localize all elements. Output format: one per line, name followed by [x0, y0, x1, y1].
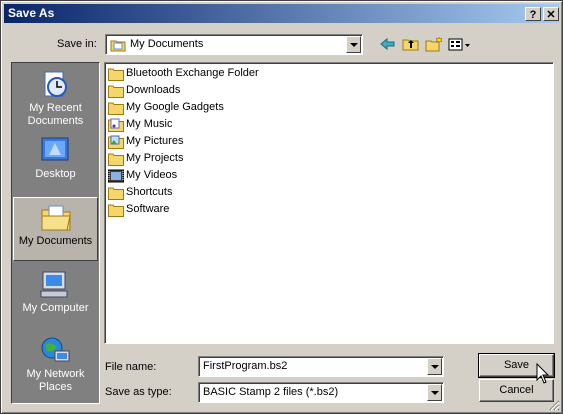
- file-name: My Google Gadgets: [126, 101, 224, 113]
- my-documents-icon: [41, 205, 71, 231]
- pictures-folder-icon: [108, 135, 124, 149]
- place-desktop[interactable]: Desktop: [13, 131, 98, 195]
- folder-icon: [108, 85, 124, 98]
- view-menu-icon[interactable]: [448, 36, 472, 52]
- file-name: My Projects: [126, 152, 184, 164]
- file-name-label: File name:: [105, 361, 157, 373]
- music-folder-icon: [108, 118, 124, 132]
- window-title: Save As: [8, 6, 55, 20]
- back-arrow-icon[interactable]: [379, 36, 397, 52]
- place-label: My Computer: [22, 302, 89, 314]
- my-documents-small-icon: [110, 40, 126, 52]
- file-name-combobox[interactable]: FirstProgram.bs2: [198, 356, 444, 377]
- file-name-input[interactable]: FirstProgram.bs2: [203, 360, 287, 372]
- help-button[interactable]: ?: [525, 7, 541, 21]
- videos-folder-icon: [108, 169, 124, 183]
- recent-documents-icon: [44, 71, 67, 97]
- save-in-dropdown-arrow[interactable]: [346, 36, 361, 53]
- desktop-icon: [41, 137, 69, 161]
- file-name: Shortcuts: [126, 186, 173, 198]
- file-name: Software: [126, 203, 170, 215]
- folder-icon: [108, 102, 124, 115]
- folder-icon: [108, 153, 124, 166]
- folder-icon: [108, 187, 124, 200]
- mouse-cursor-icon: [536, 363, 550, 384]
- file-name: Bluetooth Exchange Folder: [126, 67, 259, 79]
- resize-grip-icon[interactable]: [548, 399, 560, 411]
- network-places-icon: [41, 337, 70, 362]
- place-label: My Documents: [18, 235, 93, 247]
- place-label: Desktop: [35, 168, 76, 180]
- save-as-type-value: BASIC Stamp 2 files (*.bs2): [203, 386, 339, 398]
- file-name: Downloads: [126, 84, 181, 96]
- save-as-dialog: Save As ? ✕ Save in: My Documents My Rec…: [0, 0, 563, 414]
- place-my-network-places[interactable]: My Network Places: [13, 331, 98, 395]
- save-as-type-select[interactable]: BASIC Stamp 2 files (*.bs2): [198, 382, 444, 403]
- close-button[interactable]: ✕: [543, 7, 559, 21]
- file-list[interactable]: Bluetooth Exchange Folder Downloads My G…: [104, 62, 554, 344]
- save-as-type-dropdown-arrow[interactable]: [427, 384, 442, 401]
- file-name: My Music: [126, 118, 173, 130]
- save-in-value: My Documents: [130, 38, 204, 50]
- place-my-computer[interactable]: My Computer: [13, 265, 98, 329]
- folder-icon: [108, 68, 124, 81]
- save-in-label: Save in:: [57, 38, 97, 50]
- file-name: My Videos: [126, 169, 178, 181]
- places-bar: My Recent Documents Desktop My Documents: [11, 62, 100, 404]
- file-name-dropdown-arrow[interactable]: [427, 358, 442, 375]
- folder-icon: [108, 204, 124, 217]
- place-my-recent-documents[interactable]: My Recent Documents: [13, 65, 98, 129]
- place-my-documents[interactable]: My Documents: [13, 197, 98, 261]
- my-computer-icon: [40, 271, 68, 298]
- title-bar[interactable]: Save As ? ✕: [4, 4, 559, 23]
- up-folder-icon[interactable]: [402, 36, 420, 52]
- save-in-dropdown[interactable]: My Documents: [105, 34, 363, 55]
- place-label: My Network Places: [26, 368, 85, 393]
- file-name: My Pictures: [126, 135, 184, 147]
- save-as-type-label: Save as type:: [105, 386, 172, 398]
- place-label: My Recent Documents: [27, 102, 84, 127]
- new-folder-icon[interactable]: [425, 36, 443, 52]
